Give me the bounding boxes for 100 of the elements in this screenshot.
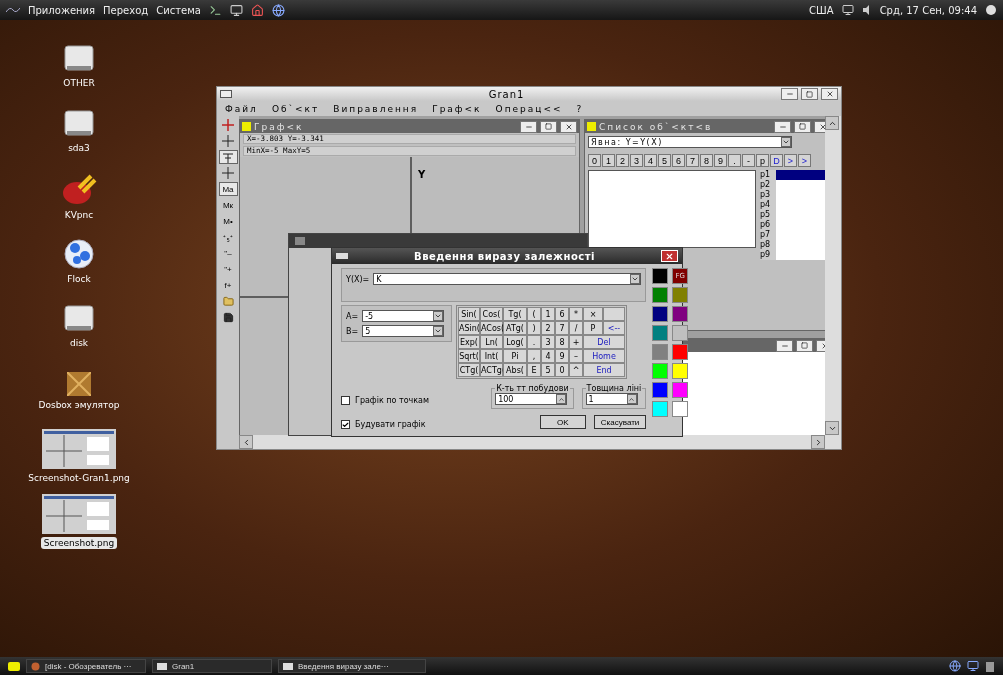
desktop-icon-label[interactable]: disk [66,337,92,349]
key-button[interactable]: 2 [616,154,629,167]
keypad-key[interactable]: Sqrt( [458,349,480,363]
spin-field[interactable]: 100 [495,393,568,405]
keypad-key[interactable]: 3 [541,335,555,349]
tool-button[interactable]: Mа [218,182,238,196]
tool-button[interactable]: M• [218,214,238,228]
key-button[interactable]: 7 [686,154,699,167]
menu-item[interactable]: Об`<кт [271,103,320,114]
tool-button[interactable]: ⁺₅⁺ [218,230,238,244]
keypad-key[interactable]: Ln( [480,335,503,349]
taskbar-item[interactable]: Gran1 [152,659,272,673]
taskbar-item[interactable]: [disk - Обозреватель ··· [26,659,146,673]
key-button[interactable]: 4 [644,154,657,167]
panel-menu[interactable]: Приложения [28,4,96,16]
key-button[interactable]: . [728,154,741,167]
desktop-icon-label[interactable]: Flock [64,273,94,285]
keypad-key[interactable]: . [527,335,541,349]
tool-button[interactable]: Mк [218,198,238,212]
taskbar-item[interactable]: Введення виразу зале··· [278,659,426,673]
keypad-key[interactable]: Pi [503,349,527,363]
keypad-key[interactable]: CTg( [458,363,480,377]
keypad-key[interactable]: 9 [555,349,569,363]
key-button[interactable]: 8 [700,154,713,167]
panel-menu[interactable]: Система [156,4,201,16]
keypad-key[interactable]: Del [583,335,625,349]
axis-label: Y [418,169,426,180]
menu-item[interactable]: Файл [225,103,258,114]
keypad-key[interactable]: ACos( [480,321,503,335]
tool-button[interactable]: "+ [218,262,238,276]
spin-field[interactable]: 1 [585,393,638,405]
keypad-key[interactable]: E [527,363,541,377]
dialog-button[interactable]: OK [539,415,586,429]
keypad-key[interactable]: ) [527,321,541,335]
key-button[interactable]: 0 [588,154,601,167]
keyboard-layout[interactable]: США [809,4,834,16]
desktop-icon-label[interactable]: OTHER [60,77,98,89]
parameter-field[interactable]: -5 [362,310,445,322]
keypad-key[interactable]: End [583,363,625,377]
key-button[interactable]: 3 [630,154,643,167]
keypad-key[interactable]: * [569,307,583,321]
keypad-key[interactable]: Cos( [480,307,503,321]
dialog-button[interactable]: Скасувати [593,415,647,429]
keypad-key[interactable]: Log( [503,335,527,349]
menu-item[interactable]: Виправлення [333,103,419,114]
menu-item[interactable]: Граф<к [432,103,482,114]
keypad-key[interactable]: , [527,349,541,363]
key-button[interactable]: D [770,154,783,167]
menu-item[interactable]: Операц<< [495,103,563,114]
desktop-icon-label[interactable]: Screenshot.png [40,537,118,549]
keypad-key[interactable]: / [569,321,583,335]
expression-field[interactable]: K [373,273,642,285]
key-button[interactable]: 5 [658,154,671,167]
keypad-key[interactable]: 7 [555,321,569,335]
keypad-key[interactable]: 0 [555,363,569,377]
key-button[interactable]: - [742,154,755,167]
key-button[interactable]: 1 [602,154,615,167]
group-label: Товщина ліні [585,384,643,393]
keypad-key[interactable]: ( [527,307,541,321]
menu-item[interactable]: ? [576,103,584,114]
parameter-field[interactable]: 5 [362,325,445,337]
keypad-key[interactable]: 2 [541,321,555,335]
desktop-icon-label[interactable]: KVpnc [61,209,97,221]
key-button[interactable]: 9 [714,154,727,167]
keypad-key[interactable]: Home [583,349,625,363]
keypad-key[interactable]: P [583,321,603,335]
window-title: Gran1 [487,88,526,100]
keypad-key[interactable]: 6 [555,307,569,321]
mode-dropdown[interactable]: Явна: Y=Y(X) [588,136,792,148]
key-button[interactable]: > [784,154,797,167]
keypad-key[interactable]: Tg( [503,307,527,321]
desktop-icon-label[interactable]: Screenshot-Gran1.png [25,472,133,484]
keypad-key[interactable]: 1 [541,307,555,321]
keypad-key[interactable]: 5 [541,363,555,377]
keypad-key[interactable]: ASin( [458,321,480,335]
tool-button[interactable]: "– [218,246,238,260]
point-label: p6 [760,220,776,230]
keypad-key[interactable]: 8 [555,335,569,349]
keypad-key[interactable]: + [569,335,583,349]
keypad-key[interactable]: 4 [541,349,555,363]
panel-menu[interactable]: Переход [103,4,149,16]
tool-button[interactable]: f+ [218,278,238,292]
clock[interactable]: Срд, 17 Сен, 09:44 [879,4,977,16]
keypad-key[interactable]: × [583,307,603,321]
keypad-key[interactable]: Exp( [458,335,480,349]
checkbox-label: Будувати графік [355,420,426,429]
key-button[interactable]: 6 [672,154,685,167]
keypad-key[interactable]: Sin( [458,307,480,321]
desktop-icon-label[interactable]: Dosbox эмулятор [35,399,123,411]
keypad-key[interactable]: Abs( [503,363,527,377]
point-label: p3 [760,190,776,200]
desktop-icon-label[interactable]: sda3 [65,142,93,154]
key-button[interactable]: p [756,154,769,167]
keypad-key[interactable]: ATg( [503,321,527,335]
keypad-key[interactable]: – [569,349,583,363]
keypad-key[interactable]: Int( [480,349,503,363]
keypad-key[interactable]: ^ [569,363,583,377]
expression-label: Y(X)= [346,274,370,284]
key-button[interactable]: > [798,154,811,167]
keypad-key[interactable]: <-- [603,321,625,335]
